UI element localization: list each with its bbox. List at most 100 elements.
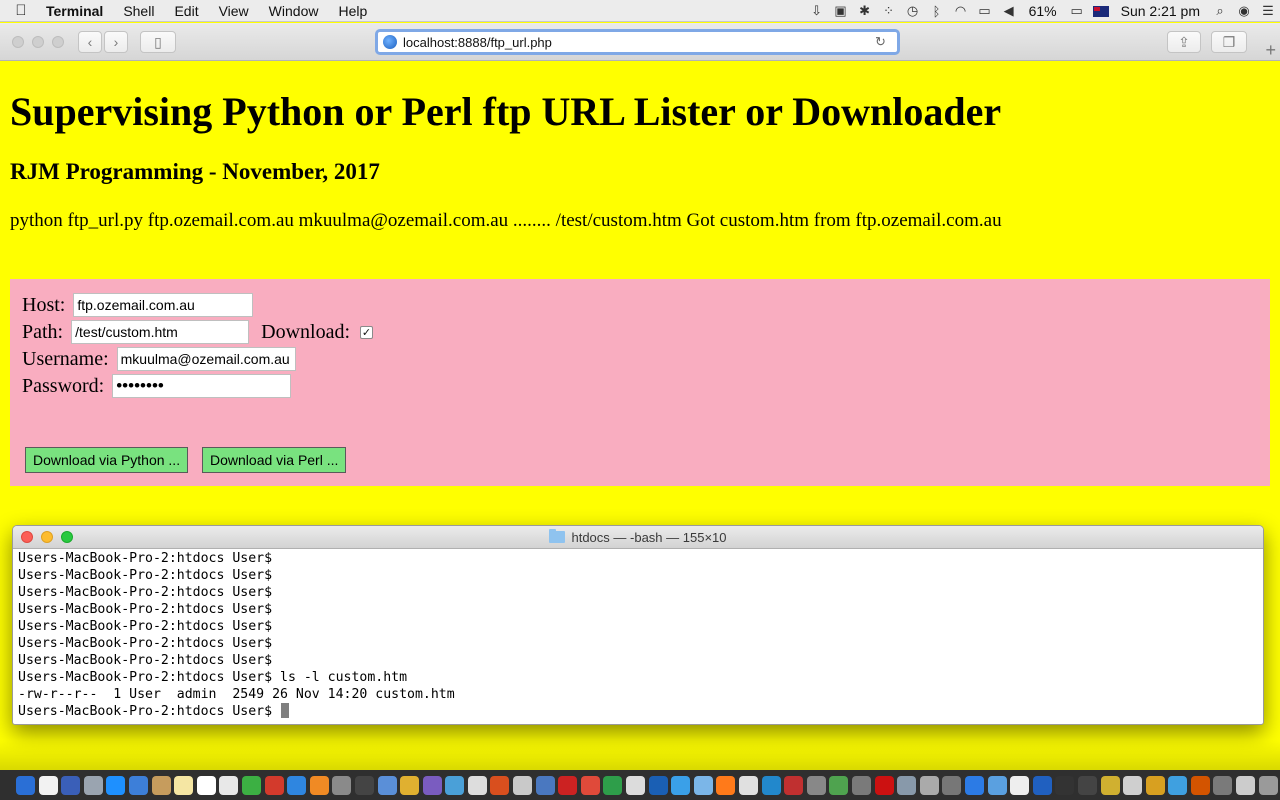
download-checkbox[interactable]: ✓: [360, 325, 374, 339]
siri-icon[interactable]: ◉: [1232, 0, 1256, 22]
dock-app-icon[interactable]: [716, 775, 736, 795]
dock-app-icon[interactable]: [806, 775, 826, 795]
dock-app-icon[interactable]: [490, 775, 510, 795]
terminal-close-button[interactable]: [21, 531, 33, 543]
download-status-icon[interactable]: ⇩: [805, 0, 829, 22]
menu-edit[interactable]: Edit: [164, 3, 208, 19]
dock-app-icon[interactable]: [467, 775, 487, 795]
wifi-icon[interactable]: ◠: [949, 0, 973, 22]
terminal-window[interactable]: htdocs — -bash — 155×10 Users-MacBook-Pr…: [12, 525, 1264, 725]
dock-app-icon[interactable]: [196, 775, 216, 795]
dock-app-icon[interactable]: [513, 775, 533, 795]
dock-app-icon[interactable]: [400, 775, 420, 795]
dock-app-icon[interactable]: [987, 775, 1007, 795]
dock-app-icon[interactable]: [942, 775, 962, 795]
spotlight-search-icon[interactable]: ⌕: [1208, 0, 1232, 22]
dock-app-icon[interactable]: [1168, 775, 1188, 795]
time-machine-icon[interactable]: ◷: [901, 0, 925, 22]
dock-app-icon[interactable]: [287, 775, 307, 795]
dock-app-icon[interactable]: [671, 775, 691, 795]
forward-button[interactable]: ›: [104, 31, 128, 53]
dock-app-icon[interactable]: [580, 775, 600, 795]
terminal-zoom-button[interactable]: [61, 531, 73, 543]
menu-window[interactable]: Window: [259, 3, 329, 19]
new-tab-icon[interactable]: +: [1265, 40, 1276, 61]
dock-app-icon[interactable]: [445, 775, 465, 795]
dock-app-icon[interactable]: [784, 775, 804, 795]
address-bar[interactable]: ↻: [375, 29, 900, 55]
dock-app-icon[interactable]: [422, 775, 442, 795]
url-input[interactable]: [403, 34, 873, 50]
dock-app-icon[interactable]: [1032, 775, 1052, 795]
dock-app-icon[interactable]: [61, 775, 81, 795]
download-perl-button[interactable]: Download via Perl ...: [202, 447, 347, 473]
dock-app-icon[interactable]: [648, 775, 668, 795]
terminal-titlebar[interactable]: htdocs — -bash — 155×10: [13, 526, 1263, 549]
dock-app-icon[interactable]: [332, 775, 352, 795]
menu-view[interactable]: View: [209, 3, 259, 19]
dock-app-icon[interactable]: [128, 775, 148, 795]
battery-percent[interactable]: 61%: [1021, 3, 1065, 19]
airplay-icon[interactable]: ▭: [973, 0, 997, 22]
dock-app-icon[interactable]: [1258, 775, 1278, 795]
apple-menu-icon[interactable]: : [0, 2, 42, 19]
dock-app-icon[interactable]: [761, 775, 781, 795]
dock-app-icon[interactable]: [919, 775, 939, 795]
dock-app-icon[interactable]: [1236, 775, 1256, 795]
volume-icon[interactable]: ◀: [997, 0, 1021, 22]
dock-app-icon[interactable]: [219, 775, 239, 795]
dock-app-icon[interactable]: [354, 775, 374, 795]
download-python-button[interactable]: Download via Python ...: [25, 447, 189, 473]
menu-shell[interactable]: Shell: [113, 3, 164, 19]
dock-app-icon[interactable]: [603, 775, 623, 795]
dock-app-icon[interactable]: [106, 775, 126, 795]
window-minimize-button[interactable]: [32, 36, 44, 48]
dock-app-icon[interactable]: [174, 775, 194, 795]
dock-app-icon[interactable]: [241, 775, 261, 795]
dock-app-icon[interactable]: [377, 775, 397, 795]
username-input[interactable]: [116, 347, 296, 371]
dock-app-icon[interactable]: [1123, 775, 1143, 795]
dock-app-icon[interactable]: [851, 775, 871, 795]
dock-app-icon[interactable]: [693, 775, 713, 795]
back-button[interactable]: ‹: [78, 31, 102, 53]
input-source-flag-icon[interactable]: [1089, 0, 1113, 22]
dock-app-icon[interactable]: [151, 775, 171, 795]
dock-app-icon[interactable]: [1145, 775, 1165, 795]
dock-app-icon[interactable]: [829, 775, 849, 795]
dock-app-icon[interactable]: [535, 775, 555, 795]
dock-app-icon[interactable]: [874, 775, 894, 795]
dock-app-icon[interactable]: [1213, 775, 1233, 795]
tabs-overview-button[interactable]: ❐: [1211, 31, 1247, 53]
dock-app-icon[interactable]: [1010, 775, 1030, 795]
window-close-button[interactable]: [12, 36, 24, 48]
dock-app-icon[interactable]: [38, 775, 58, 795]
dock-app-icon[interactable]: [1100, 775, 1120, 795]
sidebar-toggle-button[interactable]: ▯: [140, 31, 176, 53]
dock-app-icon[interactable]: [739, 775, 758, 795]
dock-app-icon[interactable]: [83, 775, 103, 795]
notification-center-icon[interactable]: ☰: [1256, 0, 1280, 22]
terminal-output[interactable]: Users-MacBook-Pro-2:htdocs User$ Users-M…: [13, 549, 1263, 720]
dock-app-icon[interactable]: [1190, 775, 1210, 795]
dock-app-icon[interactable]: [626, 775, 646, 795]
menu-app-terminal[interactable]: Terminal: [42, 3, 113, 19]
window-zoom-button[interactable]: [52, 36, 64, 48]
battery-icon[interactable]: ▭: [1065, 0, 1089, 22]
password-input[interactable]: [112, 374, 292, 398]
share-button[interactable]: ⇪: [1167, 31, 1201, 53]
terminal-minimize-button[interactable]: [41, 531, 53, 543]
clock[interactable]: Sun 2:21 pm: [1113, 3, 1208, 19]
settings-status-icon[interactable]: ✱: [853, 0, 877, 22]
dock-app-icon[interactable]: [309, 775, 329, 795]
dock-app-icon[interactable]: [897, 775, 917, 795]
path-input[interactable]: [71, 320, 250, 344]
app-status-icon[interactable]: ▣: [829, 0, 853, 22]
menu-help[interactable]: Help: [328, 3, 377, 19]
dock-app-icon[interactable]: [264, 775, 284, 795]
dock-app-icon[interactable]: [16, 775, 35, 795]
dock-app-icon[interactable]: [1055, 775, 1075, 795]
dock-app-icon[interactable]: [964, 775, 984, 795]
host-input[interactable]: [73, 293, 254, 317]
grid-status-icon[interactable]: ⁘: [877, 0, 901, 22]
